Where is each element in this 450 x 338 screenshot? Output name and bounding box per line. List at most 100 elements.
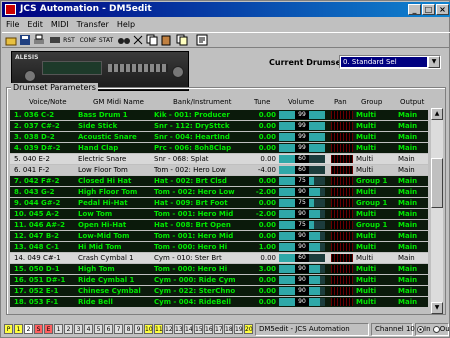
cell-group[interactable]: Multi: [356, 187, 394, 197]
vertical-scrollbar[interactable]: ▲ ▼: [431, 108, 443, 314]
cell-tune[interactable]: -4.00: [250, 165, 276, 175]
cell-output[interactable]: Main: [398, 143, 428, 153]
cell-group[interactable]: Multi: [356, 231, 394, 241]
cell-output[interactable]: Main: [398, 110, 428, 120]
cell-gm[interactable]: Acoustic Snare: [78, 132, 150, 142]
open-icon[interactable]: [5, 34, 17, 48]
cell-gm[interactable]: Electric Snare: [78, 154, 150, 164]
cell-output[interactable]: Main: [398, 165, 428, 175]
voice-tab[interactable]: 4: [84, 324, 93, 334]
voice-tab[interactable]: 19: [234, 324, 243, 334]
table-row[interactable]: 7. 042 F#-2 Closed Hi Hat Hat - 002: Brt C…: [10, 176, 428, 186]
table-row[interactable]: 13. 048 C-1 Hi Mid Tom Tom - 000: Hero Hi 1…: [10, 242, 428, 252]
table-row[interactable]: 16. 051 D#-1 Ride Cymbal 1 Cym - 000: Ride…: [10, 275, 428, 285]
cell-gm[interactable]: High Tom: [78, 264, 150, 274]
cell-output[interactable]: Main: [398, 253, 428, 263]
cell-voice[interactable]: 15. 050 D-1: [14, 264, 76, 274]
voice-tab[interactable]: 12: [164, 324, 173, 334]
table-row[interactable]: 12. 047 B-2 Low-Mid Tom Tom - 001: Hero Mi…: [10, 231, 428, 241]
cell-voice[interactable]: 16. 051 D#-1: [14, 275, 76, 285]
voice-tab[interactable]: 1: [14, 324, 23, 334]
volume-slider[interactable]: 75: [279, 199, 325, 207]
cell-tune[interactable]: 0.00: [250, 253, 276, 263]
pan-control[interactable]: [331, 265, 353, 273]
cell-group[interactable]: Group 1: [356, 176, 394, 186]
cell-output[interactable]: Main: [398, 132, 428, 142]
pan-control[interactable]: [331, 177, 353, 185]
stat-button[interactable]: STAT: [97, 34, 115, 48]
cell-gm[interactable]: Chinese Cymbal: [78, 286, 150, 296]
volume-slider[interactable]: 90: [279, 265, 325, 273]
cell-bank[interactable]: Cym - 010: Ster Brt: [154, 253, 248, 263]
cell-group[interactable]: Multi: [356, 242, 394, 252]
cell-bank[interactable]: Tom - 002: Hero Low: [154, 187, 248, 197]
cell-bank[interactable]: Snr - 004: HeartInd: [154, 132, 248, 142]
chevron-down-icon[interactable]: ▼: [428, 56, 440, 68]
close-button[interactable]: ×: [436, 4, 449, 15]
cell-voice[interactable]: 4. 039 D#-2: [14, 143, 76, 153]
cell-gm[interactable]: Low-Mid Tom: [78, 231, 150, 241]
volume-slider[interactable]: 60: [279, 254, 325, 262]
cell-group[interactable]: Multi: [356, 253, 394, 263]
copy-pages-icon[interactable]: [176, 34, 188, 48]
volume-slider[interactable]: 90: [279, 287, 325, 295]
pan-control[interactable]: [331, 199, 353, 207]
cell-bank[interactable]: Cym - 000: Ride Cym: [154, 275, 248, 285]
cell-gm[interactable]: Crash Cymbal 1: [78, 253, 150, 263]
pan-control[interactable]: [331, 210, 353, 218]
cell-gm[interactable]: Low Tom: [78, 209, 150, 219]
cell-voice[interactable]: 5. 040 E-2: [14, 154, 76, 164]
table-row[interactable]: 9. 044 G#-2 Pedal Hi-Hat Hat - 009: Brt Fo…: [10, 198, 428, 208]
cell-output[interactable]: Main: [398, 275, 428, 285]
cell-output[interactable]: Main: [398, 286, 428, 296]
maximize-button[interactable]: □: [422, 4, 435, 15]
cell-voice[interactable]: 12. 047 B-2: [14, 231, 76, 241]
pan-control[interactable]: [331, 221, 353, 229]
cell-output[interactable]: Main: [398, 231, 428, 241]
cell-bank[interactable]: Tom - 000: Hero Hi: [154, 264, 248, 274]
pan-control[interactable]: [331, 133, 353, 141]
voice-tab[interactable]: 20: [244, 324, 253, 334]
voice-tab[interactable]: 1: [54, 324, 63, 334]
voice-tab[interactable]: 8: [124, 324, 133, 334]
cell-output[interactable]: Main: [398, 242, 428, 252]
cell-output[interactable]: Main: [398, 154, 428, 164]
scroll-down-icon[interactable]: ▼: [431, 302, 443, 314]
cell-group[interactable]: Multi: [356, 297, 394, 307]
cell-tune[interactable]: 0.00: [250, 286, 276, 296]
cell-group[interactable]: Multi: [356, 143, 394, 153]
voice-tab[interactable]: 10: [144, 324, 153, 334]
cell-gm[interactable]: Side Stick: [78, 121, 150, 131]
cell-gm[interactable]: Ride Bell: [78, 297, 150, 307]
cell-voice[interactable]: 3. 038 D-2: [14, 132, 76, 142]
volume-slider[interactable]: 99: [279, 144, 325, 152]
pan-control[interactable]: [331, 298, 353, 306]
pan-control[interactable]: [331, 111, 353, 119]
cell-voice[interactable]: 14. 049 C#-1: [14, 253, 76, 263]
pan-control[interactable]: [331, 287, 353, 295]
cell-tune[interactable]: 0.00: [250, 297, 276, 307]
table-row[interactable]: 5. 040 E-2 Electric Snare Snr - 068: Splat…: [10, 154, 428, 164]
minimize-button[interactable]: _: [408, 4, 421, 15]
volume-slider[interactable]: 75: [279, 221, 325, 229]
title-bar[interactable]: JCS Automation - DM5edit _ □ ×: [2, 2, 450, 17]
volume-slider[interactable]: 60: [279, 155, 325, 163]
voice-tab[interactable]: P: [4, 324, 13, 334]
out-radio[interactable]: [432, 325, 440, 333]
cell-voice[interactable]: 7. 042 F#-2: [14, 176, 76, 186]
menu-edit[interactable]: Edit: [23, 18, 47, 31]
cell-bank[interactable]: Tom - 001: Hero Mid: [154, 231, 248, 241]
conf-button[interactable]: CONF: [79, 34, 97, 48]
voice-tab[interactable]: S: [34, 324, 43, 334]
cell-tune[interactable]: -2.00: [250, 187, 276, 197]
cell-group[interactable]: Group 1: [356, 220, 394, 230]
cell-voice[interactable]: 18. 053 F-1: [14, 297, 76, 307]
volume-slider[interactable]: 90: [279, 232, 325, 240]
cell-group[interactable]: Multi: [356, 264, 394, 274]
pan-control[interactable]: [331, 188, 353, 196]
cell-output[interactable]: Main: [398, 220, 428, 230]
cell-output[interactable]: Main: [398, 176, 428, 186]
cell-output[interactable]: Main: [398, 209, 428, 219]
cell-voice[interactable]: 6. 041 F-2: [14, 165, 76, 175]
cell-gm[interactable]: High Floor Tom: [78, 187, 150, 197]
